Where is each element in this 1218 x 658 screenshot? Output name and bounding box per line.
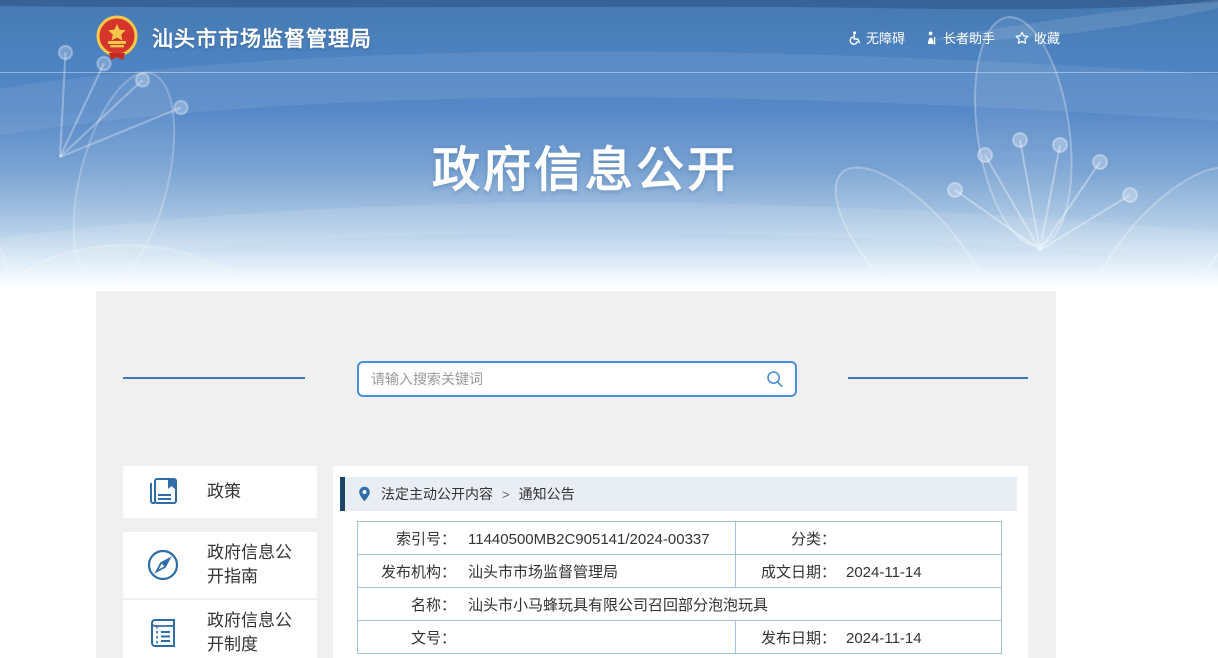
breadcrumb: 法定主动公开内容 > 通知公告 (340, 477, 1017, 511)
policy-book-icon (123, 475, 181, 509)
table-row: 名称： 汕头市小马蜂玩具有限公司召回部分泡泡玩具 (357, 587, 1002, 621)
favorite-label: 收藏 (1033, 31, 1060, 46)
site-title: 汕头市市场监督管理局 (152, 28, 372, 51)
accessibility-label: 无障碍 (865, 31, 905, 46)
index-number-cell: 索引号： 11440500MB2C905141/2024-00337 (357, 521, 736, 555)
accessibility-link[interactable]: 无障碍 (847, 28, 905, 47)
field-value: 2024-11-14 (846, 629, 922, 647)
sidebar-item-label: 政府信息公开指南 (207, 543, 292, 586)
elder-assist-label: 长者助手 (942, 31, 995, 46)
banner: 汕头市市场监督管理局 无障碍 长者助手 收藏 政府信息公开 (0, 0, 1218, 292)
sidebar-item-label: 政策 (207, 482, 241, 501)
rules-notebook-icon (123, 615, 181, 651)
breadcrumb-item-legal-disclosure[interactable]: 法定主动公开内容 (381, 484, 493, 504)
sidebar-item-label: 政府信息公开制度 (207, 611, 292, 654)
sidebar-item-disclosure-guide[interactable]: 政府信息公开指南 (123, 532, 317, 598)
document-number-cell: 文号： (357, 620, 736, 654)
header-divider (0, 72, 1218, 73)
compass-icon (123, 547, 181, 583)
table-row: 索引号： 11440500MB2C905141/2024-00337 分类： (357, 521, 1002, 555)
search-icon (767, 371, 783, 388)
field-label: 发布机构： (380, 563, 456, 581)
publish-date-cell: 发布日期： 2024-11-14 (735, 620, 1002, 654)
field-value: 汕头市市场监督管理局 (468, 563, 619, 581)
page-title: 政府信息公开 (431, 144, 738, 197)
table-row: 文号： 发布日期： 2024-11-14 (357, 620, 1002, 654)
utility-links: 无障碍 长者助手 收藏 (847, 28, 1060, 47)
search-input[interactable] (359, 371, 755, 387)
elder-assist-link[interactable]: 长者助手 (925, 28, 995, 47)
search-button[interactable] (755, 363, 795, 395)
category-cell: 分类： (735, 521, 1002, 555)
star-icon (1015, 31, 1029, 44)
field-value: 2024-11-14 (846, 563, 922, 581)
written-date-cell: 成文日期： 2024-11-14 (735, 554, 1002, 588)
search-box (357, 361, 797, 397)
page: 汕头市市场监督管理局 无障碍 长者助手 收藏 政府信息公开 请输入搜索关键词 政… (0, 0, 1218, 658)
field-value: 11440500MB2C905141/2024-00337 (468, 530, 710, 548)
decorative-line-right (848, 377, 1028, 379)
table-row: 发布机构： 汕头市市场监督管理局 成文日期： 2024-11-14 (357, 554, 1002, 588)
accessibility-icon (849, 30, 861, 45)
field-label: 成文日期： (760, 563, 836, 581)
location-pin-icon (358, 486, 371, 502)
header-brand[interactable]: 汕头市市场监督管理局 (95, 15, 372, 61)
national-emblem-logo (96, 15, 138, 60)
title-cell: 名称： 汕头市小马蜂玩具有限公司召回部分泡泡玩具 (357, 587, 1002, 621)
field-label: 分类： (790, 530, 836, 548)
sidebar-item-disclosure-rules[interactable]: 政府信息公开制度 (123, 600, 317, 658)
elder-assist-icon (927, 31, 936, 45)
breadcrumb-item-notices: 通知公告 (518, 486, 575, 502)
field-label: 索引号： (395, 530, 456, 548)
breadcrumb-separator: > (502, 486, 510, 502)
favorite-link[interactable]: 收藏 (1015, 28, 1060, 47)
field-value: 汕头市小马蜂玩具有限公司召回部分泡泡玩具 (468, 596, 769, 614)
field-label: 发布日期： (760, 629, 836, 647)
sidebar-item-policy[interactable]: 政策 (123, 466, 317, 518)
detail-panel: 法定主动公开内容 > 通知公告 索引号： 11440500MB2C905141/2… (333, 466, 1028, 658)
field-label: 文号： (410, 629, 456, 647)
field-label: 名称： (410, 596, 456, 614)
document-meta-table: 索引号： 11440500MB2C905141/2024-00337 分类： 发布… (357, 521, 1002, 654)
decorative-line-left (123, 377, 305, 379)
content-card: 政策 政府信息公开指南 (96, 291, 1056, 658)
issuing-agency-cell: 发布机构： 汕头市市场监督管理局 (357, 554, 736, 588)
